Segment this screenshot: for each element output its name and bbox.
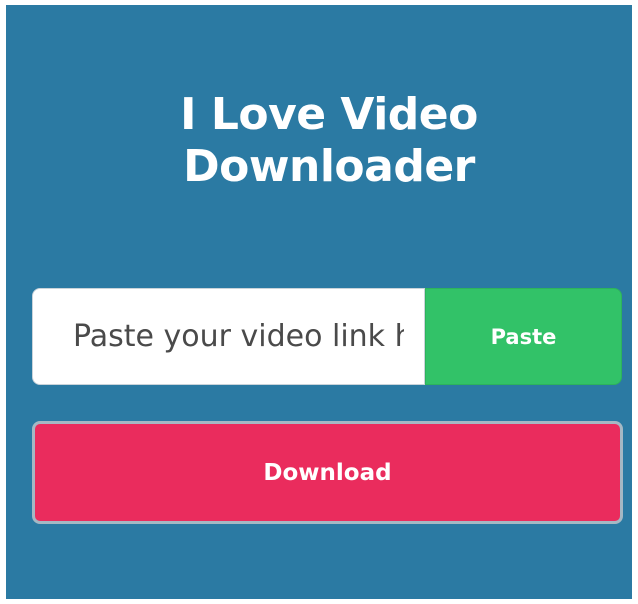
paste-button[interactable]: Paste	[425, 288, 622, 385]
download-button[interactable]: Download	[32, 421, 623, 524]
page-title: I Love Video Downloader	[6, 89, 638, 193]
downloader-panel: I Love Video Downloader Paste Download	[6, 5, 632, 599]
video-url-input[interactable]	[32, 288, 425, 385]
page-title-line-1: I Love Video	[180, 89, 478, 140]
page-title-line-2: Downloader	[183, 141, 475, 192]
url-input-group: Paste	[32, 288, 623, 387]
